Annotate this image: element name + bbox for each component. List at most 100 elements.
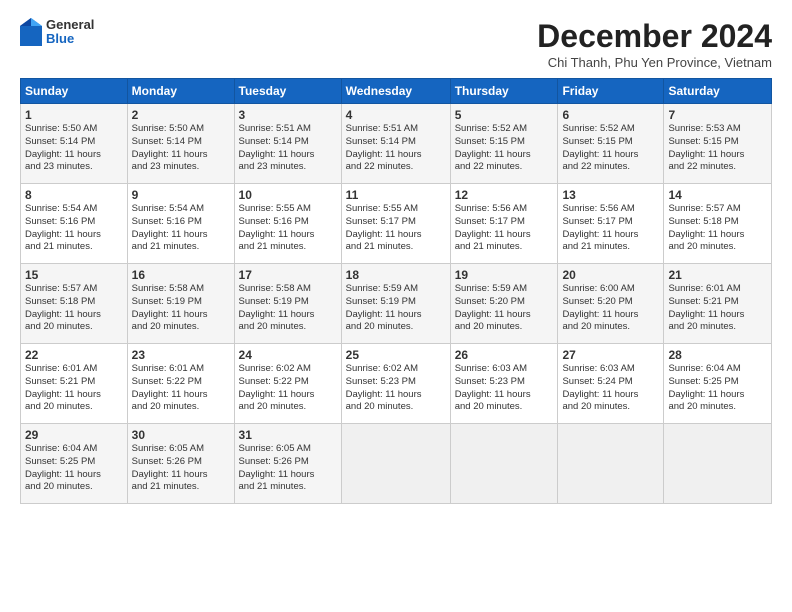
calendar-cell: 7Sunrise: 5:53 AMSunset: 5:15 PMDaylight…	[664, 104, 772, 184]
logo: General Blue	[20, 18, 94, 47]
calendar-cell: 28Sunrise: 6:04 AMSunset: 5:25 PMDayligh…	[664, 344, 772, 424]
calendar-cell: 20Sunrise: 6:00 AMSunset: 5:20 PMDayligh…	[558, 264, 664, 344]
column-header-friday: Friday	[558, 79, 664, 104]
calendar-week-5: 29Sunrise: 6:04 AMSunset: 5:25 PMDayligh…	[21, 424, 772, 504]
day-info: Sunrise: 5:58 AMSunset: 5:19 PMDaylight:…	[239, 283, 337, 334]
calendar-cell: 10Sunrise: 5:55 AMSunset: 5:16 PMDayligh…	[234, 184, 341, 264]
calendar-cell: 4Sunrise: 5:51 AMSunset: 5:14 PMDaylight…	[341, 104, 450, 184]
day-info: Sunrise: 5:54 AMSunset: 5:16 PMDaylight:…	[132, 203, 230, 254]
day-number: 8	[25, 188, 123, 202]
day-number: 15	[25, 268, 123, 282]
day-info: Sunrise: 5:50 AMSunset: 5:14 PMDaylight:…	[132, 123, 230, 174]
calendar-cell: 13Sunrise: 5:56 AMSunset: 5:17 PMDayligh…	[558, 184, 664, 264]
day-info: Sunrise: 6:05 AMSunset: 5:26 PMDaylight:…	[239, 443, 337, 494]
calendar-cell: 12Sunrise: 5:56 AMSunset: 5:17 PMDayligh…	[450, 184, 558, 264]
day-number: 14	[668, 188, 767, 202]
day-info: Sunrise: 5:52 AMSunset: 5:15 PMDaylight:…	[455, 123, 554, 174]
day-number: 24	[239, 348, 337, 362]
day-info: Sunrise: 5:58 AMSunset: 5:19 PMDaylight:…	[132, 283, 230, 334]
calendar-cell: 5Sunrise: 5:52 AMSunset: 5:15 PMDaylight…	[450, 104, 558, 184]
day-number: 21	[668, 268, 767, 282]
column-header-saturday: Saturday	[664, 79, 772, 104]
logo-text: General Blue	[46, 18, 94, 47]
day-info: Sunrise: 5:51 AMSunset: 5:14 PMDaylight:…	[346, 123, 446, 174]
day-number: 9	[132, 188, 230, 202]
day-info: Sunrise: 5:59 AMSunset: 5:19 PMDaylight:…	[346, 283, 446, 334]
calendar-cell: 29Sunrise: 6:04 AMSunset: 5:25 PMDayligh…	[21, 424, 128, 504]
calendar-week-3: 15Sunrise: 5:57 AMSunset: 5:18 PMDayligh…	[21, 264, 772, 344]
calendar-cell: 30Sunrise: 6:05 AMSunset: 5:26 PMDayligh…	[127, 424, 234, 504]
column-header-monday: Monday	[127, 79, 234, 104]
day-number: 28	[668, 348, 767, 362]
calendar-week-1: 1Sunrise: 5:50 AMSunset: 5:14 PMDaylight…	[21, 104, 772, 184]
column-header-sunday: Sunday	[21, 79, 128, 104]
day-info: Sunrise: 5:52 AMSunset: 5:15 PMDaylight:…	[562, 123, 659, 174]
day-info: Sunrise: 6:01 AMSunset: 5:21 PMDaylight:…	[668, 283, 767, 334]
day-number: 16	[132, 268, 230, 282]
calendar-cell: 3Sunrise: 5:51 AMSunset: 5:14 PMDaylight…	[234, 104, 341, 184]
calendar-cell	[450, 424, 558, 504]
calendar-cell: 25Sunrise: 6:02 AMSunset: 5:23 PMDayligh…	[341, 344, 450, 424]
calendar-cell: 19Sunrise: 5:59 AMSunset: 5:20 PMDayligh…	[450, 264, 558, 344]
calendar-cell: 26Sunrise: 6:03 AMSunset: 5:23 PMDayligh…	[450, 344, 558, 424]
calendar-week-4: 22Sunrise: 6:01 AMSunset: 5:21 PMDayligh…	[21, 344, 772, 424]
column-header-wednesday: Wednesday	[341, 79, 450, 104]
day-number: 27	[562, 348, 659, 362]
calendar-cell: 8Sunrise: 5:54 AMSunset: 5:16 PMDaylight…	[21, 184, 128, 264]
day-number: 12	[455, 188, 554, 202]
logo-general: General	[46, 18, 94, 32]
day-info: Sunrise: 5:50 AMSunset: 5:14 PMDaylight:…	[25, 123, 123, 174]
day-info: Sunrise: 5:55 AMSunset: 5:17 PMDaylight:…	[346, 203, 446, 254]
day-number: 11	[346, 188, 446, 202]
calendar-cell: 22Sunrise: 6:01 AMSunset: 5:21 PMDayligh…	[21, 344, 128, 424]
day-number: 29	[25, 428, 123, 442]
day-number: 10	[239, 188, 337, 202]
day-number: 5	[455, 108, 554, 122]
calendar-cell	[558, 424, 664, 504]
calendar-page: General Blue December 2024 Chi Thanh, Ph…	[0, 0, 792, 612]
day-number: 22	[25, 348, 123, 362]
day-number: 20	[562, 268, 659, 282]
day-number: 26	[455, 348, 554, 362]
day-number: 7	[668, 108, 767, 122]
calendar-cell	[341, 424, 450, 504]
calendar-cell: 16Sunrise: 5:58 AMSunset: 5:19 PMDayligh…	[127, 264, 234, 344]
calendar-cell: 9Sunrise: 5:54 AMSunset: 5:16 PMDaylight…	[127, 184, 234, 264]
logo-blue: Blue	[46, 32, 94, 46]
calendar-table: SundayMondayTuesdayWednesdayThursdayFrid…	[20, 78, 772, 504]
day-number: 2	[132, 108, 230, 122]
calendar-cell: 27Sunrise: 6:03 AMSunset: 5:24 PMDayligh…	[558, 344, 664, 424]
day-number: 6	[562, 108, 659, 122]
day-info: Sunrise: 6:00 AMSunset: 5:20 PMDaylight:…	[562, 283, 659, 334]
calendar-cell: 23Sunrise: 6:01 AMSunset: 5:22 PMDayligh…	[127, 344, 234, 424]
day-number: 23	[132, 348, 230, 362]
day-number: 13	[562, 188, 659, 202]
calendar-cell: 17Sunrise: 5:58 AMSunset: 5:19 PMDayligh…	[234, 264, 341, 344]
day-info: Sunrise: 6:04 AMSunset: 5:25 PMDaylight:…	[25, 443, 123, 494]
day-info: Sunrise: 6:04 AMSunset: 5:25 PMDaylight:…	[668, 363, 767, 414]
day-info: Sunrise: 5:57 AMSunset: 5:18 PMDaylight:…	[668, 203, 767, 254]
calendar-cell: 14Sunrise: 5:57 AMSunset: 5:18 PMDayligh…	[664, 184, 772, 264]
day-info: Sunrise: 5:55 AMSunset: 5:16 PMDaylight:…	[239, 203, 337, 254]
calendar-cell: 15Sunrise: 5:57 AMSunset: 5:18 PMDayligh…	[21, 264, 128, 344]
day-info: Sunrise: 6:02 AMSunset: 5:22 PMDaylight:…	[239, 363, 337, 414]
calendar-week-2: 8 Sunrise: 5:54 AMSunset: 5:16 PMDaylight…	[21, 184, 772, 264]
day-info: Sunrise: 5:53 AMSunset: 5:15 PMDaylight:…	[668, 123, 767, 174]
header: General Blue December 2024 Chi Thanh, Ph…	[20, 18, 772, 70]
calendar-cell: 24Sunrise: 6:02 AMSunset: 5:22 PMDayligh…	[234, 344, 341, 424]
day-info: Sunrise: 6:01 AMSunset: 5:21 PMDaylight:…	[25, 363, 123, 414]
calendar-cell: 11Sunrise: 5:55 AMSunset: 5:17 PMDayligh…	[341, 184, 450, 264]
day-info: Sunrise: 6:03 AMSunset: 5:23 PMDaylight:…	[455, 363, 554, 414]
calendar-cell	[664, 424, 772, 504]
calendar-header-row: SundayMondayTuesdayWednesdayThursdayFrid…	[21, 79, 772, 104]
day-number: 30	[132, 428, 230, 442]
day-number: 3	[239, 108, 337, 122]
day-info: Sunrise: 6:02 AMSunset: 5:23 PMDaylight:…	[346, 363, 446, 414]
day-number: 1	[25, 108, 123, 122]
day-number: 18	[346, 268, 446, 282]
day-info: Sunrise: 5:56 AMSunset: 5:17 PMDaylight:…	[562, 203, 659, 254]
day-number: 31	[239, 428, 337, 442]
calendar-cell: 6Sunrise: 5:52 AMSunset: 5:15 PMDaylight…	[558, 104, 664, 184]
calendar-cell: 31Sunrise: 6:05 AMSunset: 5:26 PMDayligh…	[234, 424, 341, 504]
day-info: Sunrise: 5:56 AMSunset: 5:17 PMDaylight:…	[455, 203, 554, 254]
